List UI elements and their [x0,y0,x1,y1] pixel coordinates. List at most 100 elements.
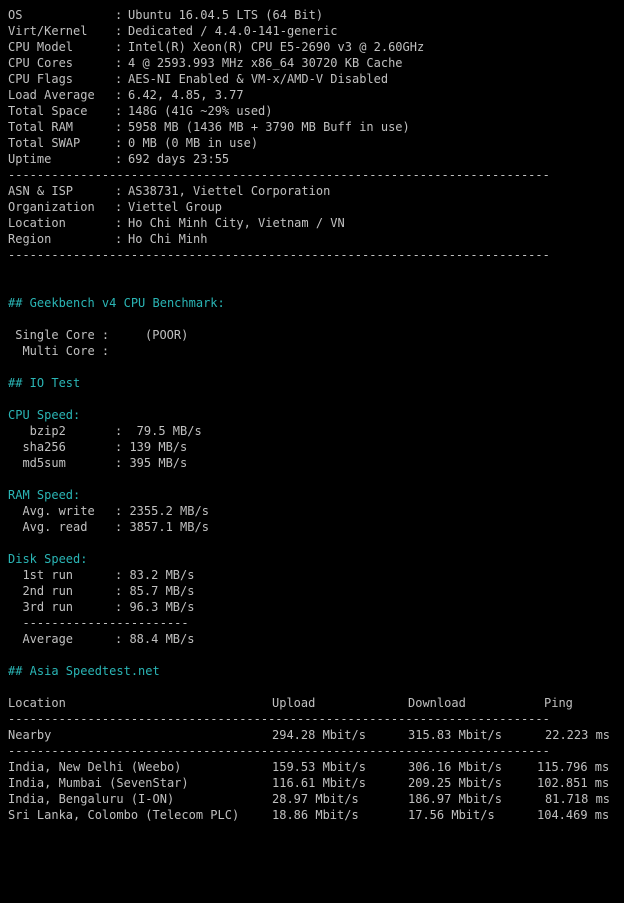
run-2-line: 2nd run : 85.7 MB/s [8,583,620,599]
row-download: 209.25 Mbit/s [408,776,502,790]
separator: : [115,184,123,198]
cpu-cores-value: 4 @ 2593.993 MHz x86_64 30720 KB Cache [128,56,403,70]
separator: : [115,72,123,86]
download-header: Download [408,696,466,710]
md5sum-label: md5sum [8,456,66,470]
row-location: India, Mumbai (SevenStar) [8,776,189,790]
geekbench-heading: ## Geekbench v4 CPU Benchmark: [8,296,225,310]
sha256-value: : 139 MB/s [115,440,188,454]
row-upload: 116.61 Mbit/s [272,776,366,790]
divider: ----------------------------------------… [8,248,550,262]
run-3-line: 3rd run : 96.3 MB/s [8,599,620,615]
location-label: Location [8,216,66,230]
total-swap-line: Total SWAP : 0 MB (0 MB in use) [8,135,620,151]
row-location: India, New Delhi (Weebo) [8,760,182,774]
region-label: Region [8,232,52,246]
asn-isp-line: ASN & ISP : AS38731, Viettel Corporation [8,183,620,199]
uptime-label: Uptime [8,152,52,166]
md5sum-value: : 395 MB/s [115,456,188,470]
speedtest-row: Sri Lanka, Colombo (Telecom PLC) 18.86 M… [8,807,620,823]
cpu-flags-line: CPU Flags : AES-NI Enabled & VM-x/AMD-V … [8,71,620,87]
speedtest-row: India, New Delhi (Weebo) 159.53 Mbit/s 3… [8,759,620,775]
virt-kernel-label: Virt/Kernel [8,24,88,38]
divider: ----------------------------------------… [8,744,550,758]
uptime-value: 692 days 23:55 [128,152,230,166]
run-1-line: 1st run : 83.2 MB/s [8,567,620,583]
md5sum-line: md5sum : 395 MB/s [8,455,620,471]
avg-read-value: : 3857.1 MB/s [115,520,209,534]
separator: : [115,200,123,214]
speedtest-header-row: Location Upload Download Ping [8,695,620,711]
avg-read-line: Avg. read : 3857.1 MB/s [8,519,620,535]
ping-header: Ping [544,696,573,710]
location-line: Location : Ho Chi Minh City, Vietnam / V… [8,215,620,231]
divider: ----------------------------------------… [8,168,550,182]
bzip2-line: bzip2 : 79.5 MB/s [8,423,620,439]
cpu-model-label: CPU Model [8,40,74,54]
separator: : [115,8,123,22]
bzip2-value: : 79.5 MB/s [115,424,202,438]
single-core-line: Single Core : (POOR) [8,327,620,343]
row-location: India, Bengaluru (I-ON) [8,792,175,806]
row-download: 17.56 Mbit/s [408,808,495,822]
total-space-label: Total Space [8,104,88,118]
region-line: Region : Ho Chi Minh [8,231,620,247]
total-space-line: Total Space : 148G (41G ~29% used) [8,103,620,119]
multi-core-line: Multi Core : [8,343,620,359]
run-2-label: 2nd run [8,584,74,598]
avg-write-value: : 2355.2 MB/s [115,504,209,518]
organization-label: Organization [8,200,95,214]
os-value: Ubuntu 16.04.5 LTS (64 Bit) [128,8,324,22]
separator: : [115,88,123,102]
disk-speed-title: Disk Speed: [8,552,88,566]
load-average-line: Load Average : 6.42, 4.85, 3.77 [8,87,620,103]
single-core-value: (POOR) [145,328,189,342]
separator: : [115,152,123,166]
row-location: Nearby [8,728,52,742]
row-location: Sri Lanka, Colombo (Telecom PLC) [8,808,240,822]
row-upload: 294.28 Mbit/s [272,728,366,742]
row-ping: 102.851 ms [537,776,610,790]
total-ram-line: Total RAM : 5958 MB (1436 MB + 3790 MB B… [8,119,620,135]
run-2-value: : 85.7 MB/s [115,584,195,598]
row-upload: 28.97 Mbit/s [272,792,359,806]
row-ping: 115.796 ms [537,760,610,774]
upload-header: Upload [272,696,316,710]
cpu-cores-label: CPU Cores [8,56,74,70]
location-value: Ho Chi Minh City, Vietnam / VN [128,216,345,230]
total-swap-value: 0 MB (0 MB in use) [128,136,259,150]
row-upload: 159.53 Mbit/s [272,760,366,774]
separator: : [115,56,123,70]
nearby-row: Nearby 294.28 Mbit/s 315.83 Mbit/s 22.22… [8,727,620,743]
io-test-heading: ## IO Test [8,376,81,390]
total-swap-label: Total SWAP [8,136,81,150]
cpu-speed-title: CPU Speed: [8,408,81,422]
os-label: OS [8,8,23,22]
cpu-cores-line: CPU Cores : 4 @ 2593.993 MHz x86_64 3072… [8,55,620,71]
terminal-output[interactable]: OS : Ubuntu 16.04.5 LTS (64 Bit) Virt/Ke… [8,7,620,823]
virt-kernel-line: Virt/Kernel : Dedicated / 4.4.0-141-gene… [8,23,620,39]
asn-isp-label: ASN & ISP [8,184,74,198]
total-ram-label: Total RAM [8,120,74,134]
speedtest-row: India, Bengaluru (I-ON) 28.97 Mbit/s 186… [8,791,620,807]
load-average-label: Load Average [8,88,95,102]
cpu-model-value: Intel(R) Xeon(R) CPU E5-2690 v3 @ 2.60GH… [128,40,425,54]
row-ping: 81.718 ms [545,792,611,806]
bzip2-label: bzip2 [8,424,66,438]
cpu-model-line: CPU Model : Intel(R) Xeon(R) CPU E5-2690… [8,39,620,55]
row-upload: 18.86 Mbit/s [272,808,359,822]
asn-isp-value: AS38731, Viettel Corporation [128,184,331,198]
location-header: Location [8,696,66,710]
disk-divider: ----------------------- [8,616,189,630]
divider: ----------------------------------------… [8,712,550,726]
cpu-flags-value: AES-NI Enabled & VM-x/AMD-V Disabled [128,72,389,86]
load-average-value: 6.42, 4.85, 3.77 [128,88,244,102]
